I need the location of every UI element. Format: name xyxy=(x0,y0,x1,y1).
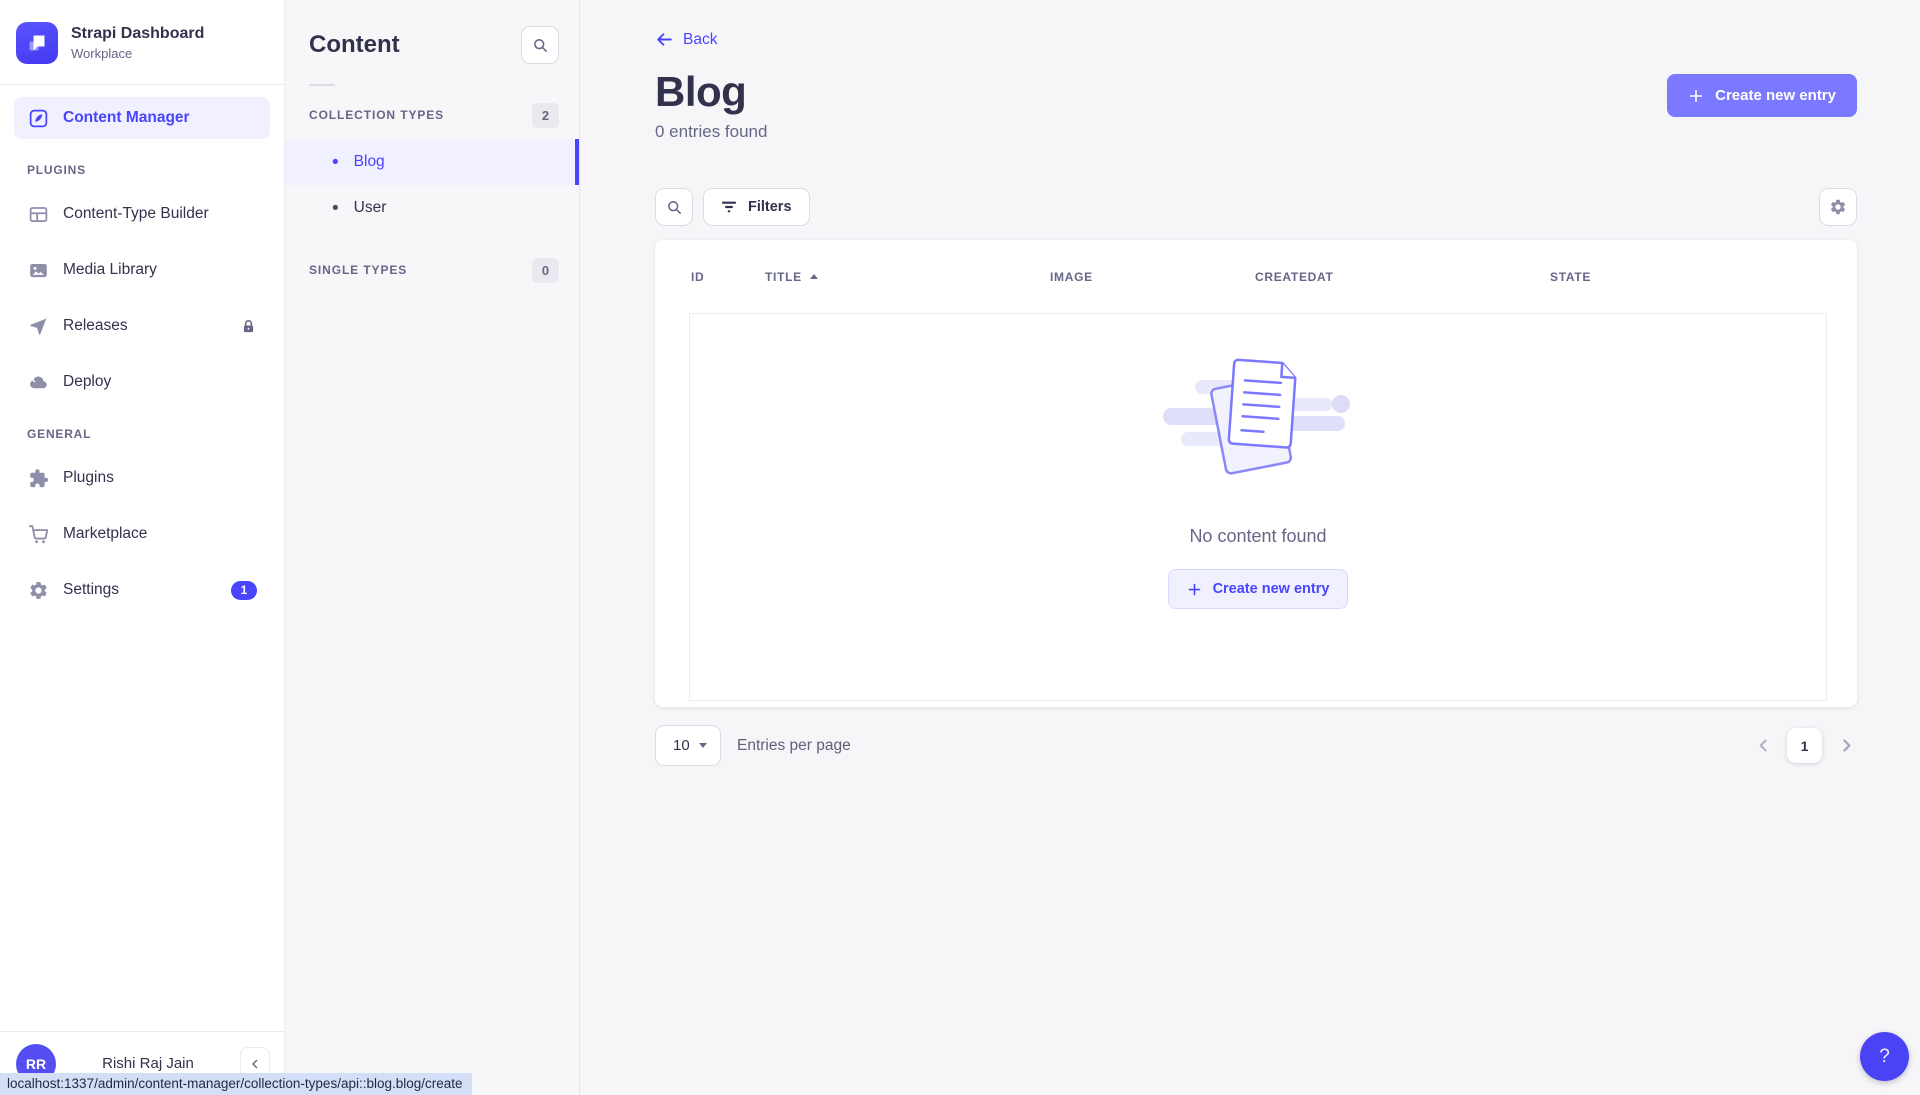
sidebar-item-plugins[interactable]: Plugins xyxy=(14,457,270,499)
empty-create-entry-button[interactable]: Create new entry xyxy=(1168,569,1349,609)
single-types-count: 0 xyxy=(532,258,559,283)
subnav-item-label: Blog xyxy=(354,153,385,171)
chevron-right-icon xyxy=(1838,737,1855,754)
brand[interactable]: Strapi Dashboard Workplace xyxy=(0,0,284,85)
main-sidebar: Strapi Dashboard Workplace Content Manag… xyxy=(0,0,285,1095)
brand-text: Strapi Dashboard Workplace xyxy=(71,25,204,61)
create-entry-button[interactable]: Create new entry xyxy=(1667,74,1857,117)
subnav-title: Content xyxy=(309,31,400,59)
column-header-id[interactable]: ID xyxy=(691,270,765,284)
marketplace-cart-icon xyxy=(27,523,49,545)
settings-notification-badge: 1 xyxy=(231,581,257,600)
collection-types-label: COLLECTION TYPES xyxy=(309,108,444,122)
table-search-button[interactable] xyxy=(655,188,693,226)
chevron-left-icon xyxy=(249,1058,261,1070)
plus-icon xyxy=(1187,582,1202,597)
gear-icon xyxy=(1829,198,1847,216)
sidebar-item-label: Media Library xyxy=(63,261,157,279)
page-size-value: 10 xyxy=(673,737,690,754)
back-link[interactable]: Back xyxy=(655,30,717,49)
content-type-builder-icon xyxy=(27,203,49,225)
bullet-icon: • xyxy=(332,199,339,218)
divider xyxy=(309,84,335,86)
sidebar-item-label: Releases xyxy=(63,317,128,335)
sidebar-item-settings[interactable]: Settings 1 xyxy=(14,569,270,611)
sidebar-item-releases[interactable]: Releases xyxy=(14,305,270,347)
sidebar-item-content-manager[interactable]: Content Manager xyxy=(14,97,270,139)
sidebar-nav: Content Manager PLUGINS Content-Type Bui… xyxy=(0,85,284,625)
column-header-title[interactable]: TITLE xyxy=(765,270,1050,284)
arrow-left-icon xyxy=(655,30,674,49)
empty-message: No content found xyxy=(1189,526,1326,547)
page-title: Blog xyxy=(655,68,767,116)
chevron-down-icon xyxy=(699,743,707,748)
brand-title: Strapi Dashboard xyxy=(71,25,204,43)
content-manager-icon xyxy=(27,107,49,129)
chevron-left-icon xyxy=(1755,737,1772,754)
sidebar-item-label: Content-Type Builder xyxy=(63,205,209,223)
brand-subtitle: Workplace xyxy=(71,46,204,61)
sort-ascending-icon xyxy=(810,274,818,279)
page-number-button[interactable]: 1 xyxy=(1787,728,1822,763)
column-header-state[interactable]: STATE xyxy=(1550,270,1821,284)
empty-documents-illustration xyxy=(1155,350,1361,488)
pagination-row: 10 Entries per page 1 xyxy=(655,725,1857,766)
create-entry-label: Create new entry xyxy=(1715,87,1836,104)
empty-state: No content found Create new entry xyxy=(689,313,1827,701)
filters-button[interactable]: Filters xyxy=(703,188,810,226)
plus-icon xyxy=(1688,88,1704,104)
user-name[interactable]: Rishi Raj Jain xyxy=(72,1055,224,1072)
main-content: Back Blog 0 entries found Create new ent… xyxy=(580,0,1920,1095)
view-settings-button[interactable] xyxy=(1819,188,1857,226)
sidebar-item-label: Plugins xyxy=(63,469,114,487)
title-block: Blog 0 entries found xyxy=(655,68,767,142)
subnav-item-blog[interactable]: • Blog xyxy=(285,139,579,185)
back-label: Back xyxy=(683,31,717,49)
content-subnav: Content COLLECTION TYPES 2 • Blog • User xyxy=(285,0,580,1095)
bullet-icon: • xyxy=(332,153,339,172)
media-library-icon xyxy=(27,259,49,281)
status-url-bar: localhost:1337/admin/content-manager/col… xyxy=(0,1073,472,1095)
column-header-image[interactable]: IMAGE xyxy=(1050,270,1255,284)
collection-types-count: 2 xyxy=(532,103,559,128)
subnav-item-label: User xyxy=(354,199,387,217)
sidebar-item-label: Deploy xyxy=(63,373,111,391)
sidebar-item-marketplace[interactable]: Marketplace xyxy=(14,513,270,555)
filter-icon xyxy=(721,200,737,214)
single-types-label: SINGLE TYPES xyxy=(309,263,407,277)
sidebar-item-deploy[interactable]: Deploy xyxy=(14,361,270,403)
entries-table: ID TITLE IMAGE CREATEDAT STATE xyxy=(655,240,1857,707)
table-header-row: ID TITLE IMAGE CREATEDAT STATE xyxy=(655,240,1857,313)
lock-icon xyxy=(240,318,257,335)
strapi-admin-app: Strapi Dashboard Workplace Content Manag… xyxy=(0,0,1920,1095)
plugins-puzzle-icon xyxy=(27,467,49,489)
filters-label: Filters xyxy=(748,199,792,215)
sidebar-item-label: Marketplace xyxy=(63,525,147,543)
column-header-createdat[interactable]: CREATEDAT xyxy=(1255,270,1550,284)
sidebar-section-plugins: PLUGINS xyxy=(14,163,270,177)
sidebar-item-content-type-builder[interactable]: Content-Type Builder xyxy=(14,193,270,235)
strapi-logo-icon xyxy=(16,22,58,64)
deploy-cloud-icon xyxy=(27,371,49,393)
sidebar-item-label: Content Manager xyxy=(63,109,190,127)
search-icon xyxy=(666,199,683,216)
empty-create-entry-label: Create new entry xyxy=(1213,581,1330,597)
entries-count: 0 entries found xyxy=(655,122,767,142)
help-button[interactable]: ? xyxy=(1860,1032,1909,1081)
previous-page-button[interactable] xyxy=(1752,735,1774,757)
sidebar-item-label: Settings xyxy=(63,581,119,599)
subnav-search-button[interactable] xyxy=(521,26,559,64)
releases-icon xyxy=(27,315,49,337)
sidebar-section-general: GENERAL xyxy=(14,427,270,441)
subnav-item-user[interactable]: • User xyxy=(285,185,579,231)
entries-per-page-label: Entries per page xyxy=(737,737,851,755)
page-size-select[interactable]: 10 xyxy=(655,725,721,766)
settings-gear-icon xyxy=(27,579,49,601)
next-page-button[interactable] xyxy=(1835,735,1857,757)
sidebar-item-media-library[interactable]: Media Library xyxy=(14,249,270,291)
search-icon xyxy=(532,37,549,54)
